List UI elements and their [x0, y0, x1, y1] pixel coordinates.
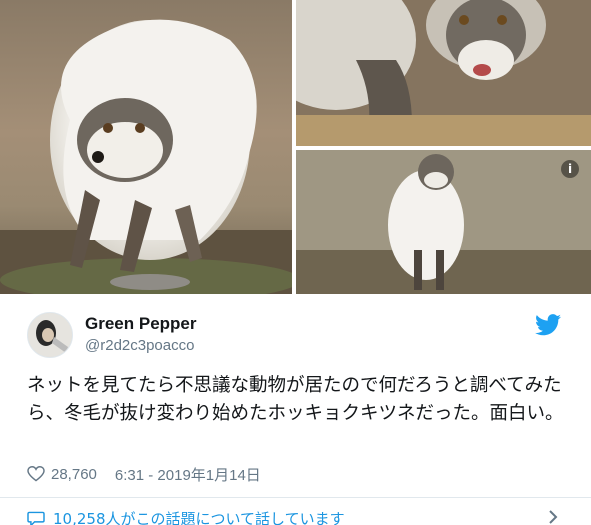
photo-arctic-fox-standing[interactable]: i — [296, 150, 591, 294]
heart-icon[interactable] — [27, 466, 45, 482]
conversation-link[interactable]: 10,258人がこの話題について話しています — [27, 508, 345, 525]
tweet-meta: 28,760 6:31 - 2019年1月14日 — [27, 463, 261, 485]
photo-arctic-fox-running-illustration — [0, 19, 292, 294]
photo-arctic-fox-standing-illustration — [296, 150, 591, 294]
avatar[interactable] — [27, 312, 73, 358]
display-name[interactable]: Green Pepper — [85, 314, 197, 334]
photo-arctic-fox-closeup[interactable] — [296, 0, 591, 146]
tweet-text: ネットを見てたら不思議な動物が居たので何だろうと調べてみたら、冬毛が抜け変わり始… — [27, 375, 564, 424]
conversation-text: 10,258人がこの話題について話しています — [53, 510, 345, 525]
twitter-bird-icon[interactable] — [535, 314, 561, 336]
avatar-image — [28, 313, 72, 357]
like-count[interactable]: 28,760 — [51, 466, 97, 483]
separator — [0, 497, 591, 498]
timestamp[interactable]: 6:31 - 2019年1月14日 — [115, 464, 261, 485]
speech-bubble-icon — [27, 511, 45, 525]
tweet-card: i Green Pepper @r2d2c3poacco ネットを見てたら不思議… — [0, 0, 591, 525]
info-icon[interactable]: i — [561, 160, 579, 178]
photo-arctic-fox-closeup-illustration — [296, 0, 591, 146]
chevron-right-icon[interactable] — [546, 510, 560, 524]
user-handle[interactable]: @r2d2c3poacco — [85, 337, 194, 354]
photo-arctic-fox-running[interactable] — [0, 0, 292, 294]
